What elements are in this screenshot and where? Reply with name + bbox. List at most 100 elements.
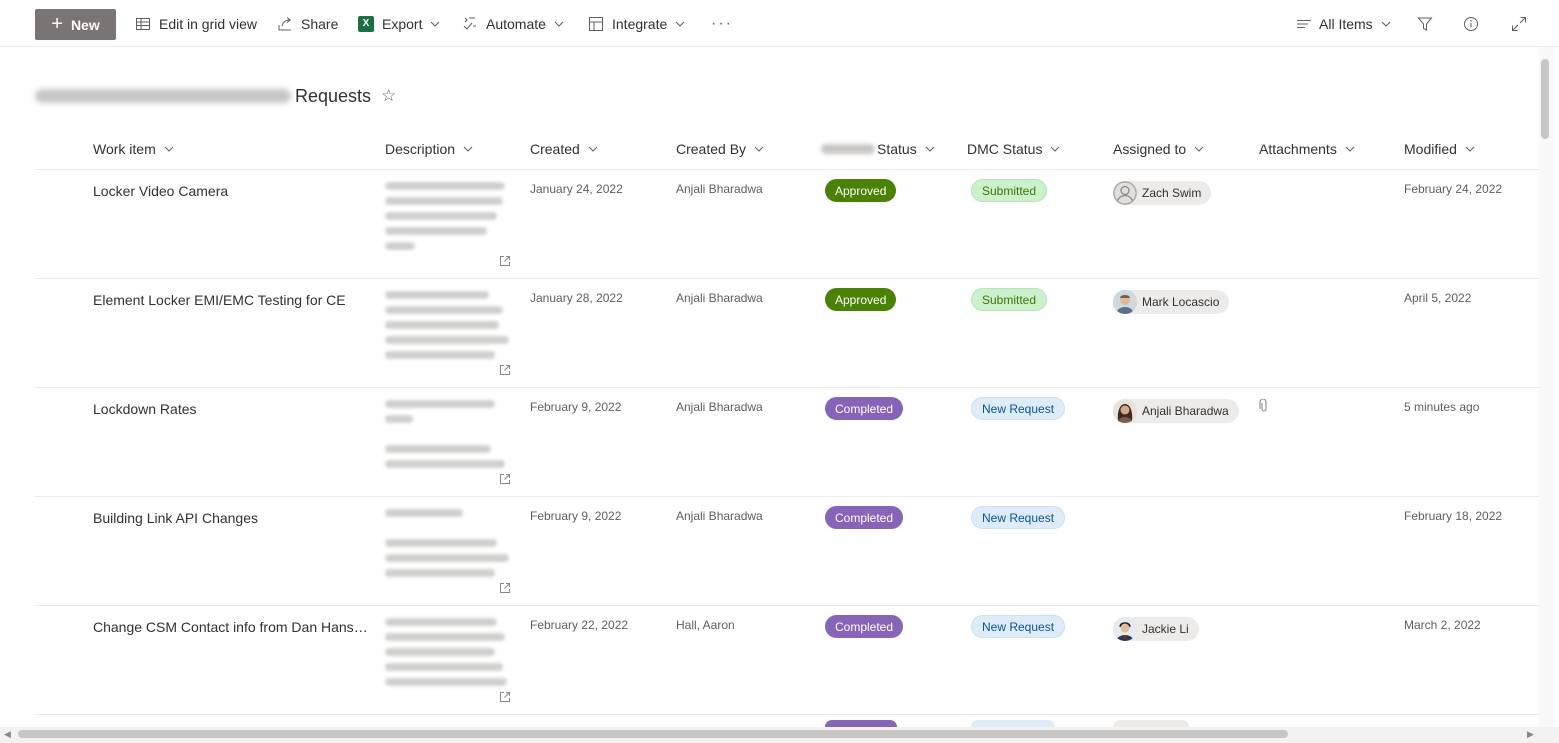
edit-grid-view-button[interactable]: Edit in grid view [134, 0, 257, 47]
star-icon[interactable]: ☆ [381, 86, 396, 106]
horizontal-scrollbar[interactable]: ◀ ▶ [0, 727, 1559, 743]
status-badge: Approved [825, 288, 897, 311]
info-icon [1462, 15, 1480, 33]
column-header-attachments[interactable]: Attachments [1259, 132, 1356, 166]
table-row[interactable]: Building Link API Changes February 9, 20… [35, 497, 1539, 606]
column-header-assigned-to[interactable]: Assigned to [1113, 132, 1205, 166]
grid-icon [134, 15, 152, 33]
created-by-cell[interactable]: Anjali Bharadwa [676, 509, 763, 523]
assigned-person-chip[interactable]: Jackie Li [1113, 617, 1199, 641]
scroll-right-icon[interactable]: ▶ [1527, 729, 1534, 740]
share-label: Share [301, 15, 339, 32]
work-item-cell[interactable]: Element Locker EMI/EMC Testing for CE [93, 292, 368, 308]
integrate-button[interactable]: Integrate [587, 0, 686, 47]
column-header-work-item[interactable]: Work item [93, 132, 175, 166]
column-header-dmc-status[interactable]: DMC Status [967, 132, 1061, 166]
column-header-modified[interactable]: Modified [1404, 132, 1476, 166]
column-header-created-by[interactable]: Created By [676, 132, 765, 166]
created-by-cell[interactable]: Hall, Aaron [676, 618, 735, 632]
modified-cell: April 5, 2022 [1404, 291, 1472, 305]
created-cell: January 28, 2022 [530, 291, 623, 305]
assigned-person-name: Mark Locascio [1142, 295, 1220, 309]
assigned-person-name: Anjali Bharadwa [1142, 404, 1229, 418]
expand-icon [1510, 15, 1528, 33]
assigned-person-name: Zach Swim [1142, 186, 1202, 200]
work-item-cell[interactable]: Locker Video Camera [93, 183, 368, 199]
info-button[interactable] [1462, 0, 1487, 47]
expand-button[interactable] [1510, 0, 1535, 47]
description-cell-redacted [385, 182, 511, 257]
assigned-person-chip[interactable]: Mark Locascio [1113, 290, 1230, 314]
view-selector[interactable]: All Items [1295, 0, 1392, 47]
share-button[interactable]: Share [276, 0, 338, 47]
work-item-cell[interactable]: Building Link API Changes [93, 510, 368, 526]
list-title: Requests ☆ [35, 84, 396, 108]
created-cell: February 22, 2022 [530, 618, 629, 632]
chevron-down-icon [1344, 143, 1356, 155]
assigned-person-name: Jackie Li [1142, 622, 1189, 636]
filter-button[interactable] [1416, 0, 1441, 47]
vertical-scrollbar-thumb[interactable] [1541, 59, 1549, 139]
assigned-person-chip[interactable]: Zach Swim [1113, 181, 1212, 205]
work-item-cell[interactable]: Change CSM Contact info from Dan Hanso..… [93, 619, 368, 635]
status-badge: Completed [825, 615, 904, 638]
more-options-label: ··· [711, 14, 733, 32]
created-by-cell[interactable]: Anjali Bharadwa [676, 400, 763, 414]
modified-cell: 5 minutes ago [1404, 400, 1480, 414]
open-external-icon[interactable] [499, 363, 511, 375]
dmc-status-badge: Submitted [971, 288, 1048, 311]
open-external-icon[interactable] [499, 690, 511, 702]
work-item-cell[interactable]: Lockdown Rates [93, 401, 368, 417]
new-button-label: New [70, 16, 100, 33]
table-row[interactable]: Locker Video Camera January 24, 2022 Anj… [35, 170, 1539, 279]
new-button[interactable]: + New [35, 9, 116, 40]
chevron-down-icon [462, 143, 474, 155]
chevron-down-icon [1193, 143, 1205, 155]
modified-cell: February 18, 2022 [1404, 509, 1503, 523]
plus-icon: + [51, 12, 63, 35]
chevron-down-icon [587, 143, 599, 155]
column-header-label: Assigned to [1113, 141, 1187, 157]
avatar-placeholder-icon [1113, 181, 1137, 205]
created-by-cell[interactable]: Anjali Bharadwa [676, 182, 763, 196]
description-cell-redacted [385, 509, 511, 584]
chevron-down-icon [163, 143, 175, 155]
avatar-photo-icon [1113, 290, 1137, 314]
integrate-label: Integrate [612, 15, 668, 32]
open-external-icon[interactable] [499, 472, 511, 484]
status-badge-partial [825, 720, 897, 727]
table-row[interactable]: Lockdown Rates February 9, 2022 Anjali B… [35, 388, 1539, 497]
paperclip-icon[interactable] [1259, 398, 1269, 413]
horizontal-scrollbar-thumb[interactable] [18, 730, 1288, 738]
row-divider [35, 714, 1539, 715]
vertical-scrollbar[interactable] [1539, 47, 1555, 727]
scroll-left-icon[interactable]: ◀ [4, 729, 11, 740]
column-header-description[interactable]: Description [385, 132, 474, 166]
table-row[interactable]: Element Locker EMI/EMC Testing for CE Ja… [35, 279, 1539, 388]
redacted-title-prefix [35, 89, 291, 103]
dmc-status-badge: Submitted [971, 179, 1048, 202]
open-external-icon[interactable] [499, 254, 511, 266]
dmc-status-badge: New Request [971, 615, 1066, 638]
column-header-label: Status [877, 141, 917, 157]
edit-grid-view-label: Edit in grid view [159, 15, 258, 32]
column-header-status[interactable]: Status [821, 132, 936, 166]
export-button[interactable]: X Export [357, 0, 441, 47]
description-cell-redacted [385, 400, 511, 475]
excel-icon: X [357, 15, 375, 33]
column-header-label: Created By [676, 141, 747, 157]
modified-cell: February 24, 2022 [1404, 182, 1503, 196]
open-external-icon[interactable] [499, 581, 511, 593]
chevron-down-icon [553, 18, 565, 30]
automate-button[interactable]: Automate [461, 0, 565, 47]
column-header-created[interactable]: Created [530, 132, 599, 166]
created-cell: February 9, 2022 [530, 400, 622, 414]
avatar-photo-icon [1113, 399, 1137, 423]
table-row[interactable]: Change CSM Contact info from Dan Hanso..… [35, 606, 1539, 715]
description-cell-redacted [385, 291, 511, 366]
assigned-person-chip[interactable]: Anjali Bharadwa [1113, 399, 1239, 423]
chevron-down-icon [1380, 18, 1392, 30]
more-options-button[interactable]: ··· [711, 0, 733, 47]
created-by-cell[interactable]: Anjali Bharadwa [676, 291, 763, 305]
redacted-header-prefix [821, 144, 875, 154]
